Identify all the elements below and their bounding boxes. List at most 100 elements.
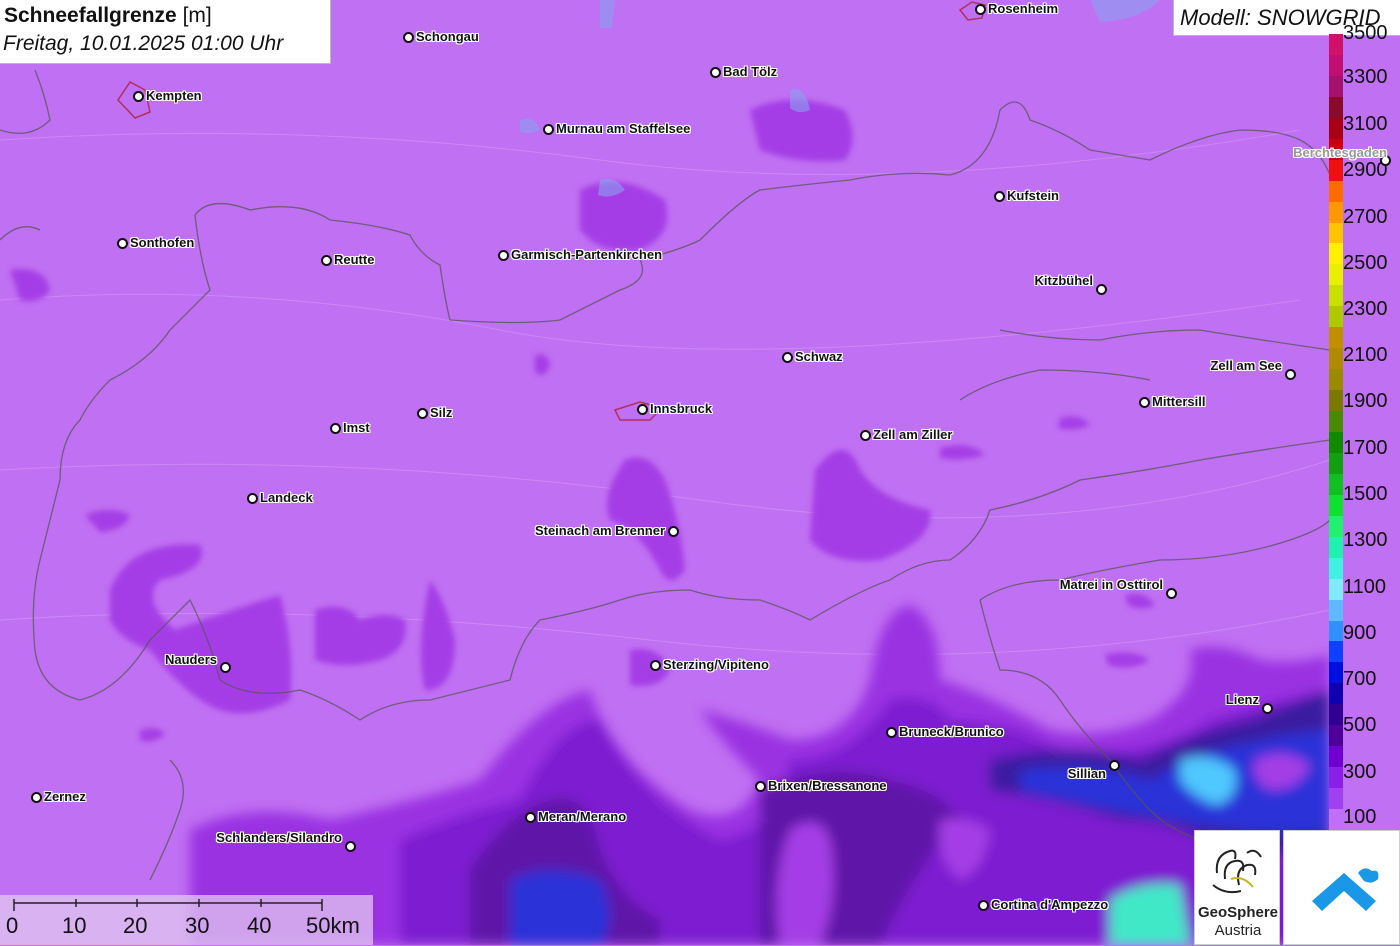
city-label[interactable]: Silz <box>430 405 452 420</box>
legend-label: 2300 <box>1343 298 1388 320</box>
city-marker[interactable] <box>1166 588 1177 599</box>
scale-label: 10 <box>62 913 87 938</box>
legend-swatch <box>1329 620 1343 643</box>
city-label[interactable]: Bad Tölz <box>723 64 777 79</box>
legend-swatch <box>1329 494 1343 517</box>
legend-swatch <box>1329 369 1343 391</box>
legend-swatch <box>1329 788 1343 810</box>
city-label[interactable]: Sillian <box>1068 766 1106 781</box>
legend-swatch <box>1329 411 1343 433</box>
city-marker[interactable] <box>782 352 793 363</box>
city-label[interactable]: Zernez <box>44 789 86 804</box>
city-label[interactable]: Brixen/Bressanone <box>768 778 887 793</box>
city-label[interactable]: Landeck <box>260 490 313 505</box>
legend-swatch <box>1329 201 1343 224</box>
forecast-datetime: Freitag, 10.01.2025 01:00 Uhr <box>3 32 284 55</box>
city-marker[interactable] <box>710 67 721 78</box>
legend-swatch <box>1329 704 1343 726</box>
city-label[interactable]: Imst <box>343 420 370 435</box>
city-label[interactable]: Schongau <box>416 29 479 44</box>
city-marker[interactable] <box>330 423 341 434</box>
legend-label: 3500 <box>1343 22 1388 44</box>
map-title-box: Schneefallgrenze [m] Freitag, 10.01.2025… <box>0 0 331 64</box>
legend-swatch <box>1329 432 1343 454</box>
city-marker[interactable] <box>1262 703 1273 714</box>
legend-swatch <box>1329 96 1343 119</box>
city-marker[interactable] <box>755 781 766 792</box>
city-marker[interactable] <box>247 493 258 504</box>
city-label[interactable]: Murnau am Staffelsee <box>556 121 690 136</box>
city-marker[interactable] <box>133 91 144 102</box>
scale-label: 40 <box>247 913 272 938</box>
legend-swatch <box>1329 599 1343 622</box>
legend-label: 700 <box>1343 668 1377 690</box>
city-label[interactable]: Meran/Merano <box>538 809 626 824</box>
city-marker[interactable] <box>1285 369 1296 380</box>
city-marker[interactable] <box>117 238 128 249</box>
city-label[interactable]: Bruneck/Brunico <box>899 724 1004 739</box>
city-label[interactable]: Steinach am Brenner <box>535 523 665 538</box>
city-marker[interactable] <box>1109 760 1120 771</box>
scale-bar: 0 10 20 30 40 50km <box>0 895 373 945</box>
legend-swatch <box>1329 809 1343 831</box>
geosphere-logo-text: GeoSphere <box>1197 904 1279 921</box>
legend-swatch <box>1329 390 1343 412</box>
city-label[interactable]: Schwaz <box>795 349 843 364</box>
city-marker[interactable] <box>417 408 428 419</box>
city-label[interactable]: Kempten <box>146 88 202 103</box>
legend-label: 1900 <box>1343 390 1388 412</box>
city-label[interactable]: Mittersill <box>1152 394 1205 409</box>
legend-swatch <box>1329 159 1343 182</box>
city-label[interactable]: Cortina d'Ampezzo <box>991 897 1108 912</box>
city-label[interactable]: Sterzing/Vipiteno <box>663 657 769 672</box>
city-marker[interactable] <box>994 191 1005 202</box>
city-marker[interactable] <box>668 526 679 537</box>
legend-swatch <box>1329 180 1343 203</box>
city-label[interactable]: Kufstein <box>1007 188 1059 203</box>
legend-swatch <box>1329 515 1343 538</box>
legend-swatch <box>1329 683 1343 705</box>
city-marker[interactable] <box>650 660 661 671</box>
legend-swatch <box>1329 578 1343 601</box>
city-marker[interactable] <box>637 404 648 415</box>
city-marker[interactable] <box>498 250 509 261</box>
city-marker[interactable] <box>543 124 554 135</box>
city-label[interactable]: Kitzbühel <box>1035 273 1094 288</box>
city-marker[interactable] <box>1139 397 1150 408</box>
city-marker[interactable] <box>978 900 989 911</box>
city-label[interactable]: Rosenheim <box>988 1 1058 16</box>
city-label[interactable]: Matrei in Osttirol <box>1060 577 1163 592</box>
city-marker[interactable] <box>525 812 536 823</box>
city-label[interactable]: Berchtesgaden <box>1293 145 1387 160</box>
city-marker[interactable] <box>345 841 356 852</box>
legend-label: 2700 <box>1343 206 1388 228</box>
city-label[interactable]: Innsbruck <box>650 401 712 416</box>
city-label[interactable]: Schlanders/Silandro <box>216 830 342 845</box>
legend-swatch <box>1329 75 1343 98</box>
city-label[interactable]: Nauders <box>165 652 217 667</box>
city-label[interactable]: Lienz <box>1226 692 1259 707</box>
snowfall-limit-map[interactable] <box>0 0 1400 945</box>
city-marker[interactable] <box>1096 284 1107 295</box>
city-label[interactable]: Zell am See <box>1210 358 1282 373</box>
city-marker[interactable] <box>220 662 231 673</box>
austria-logo-text: Austria <box>1214 922 1262 939</box>
city-label[interactable]: Sonthofen <box>130 235 194 250</box>
legend-swatch <box>1329 348 1343 370</box>
city-marker[interactable] <box>403 32 414 43</box>
city-marker[interactable] <box>975 4 986 15</box>
legend-swatch <box>1329 54 1343 77</box>
legend-label: 1100 <box>1343 576 1387 598</box>
legend-swatch <box>1329 662 1343 684</box>
city-label[interactable]: Zell am Ziller <box>873 427 952 442</box>
legend-swatch <box>1329 117 1343 140</box>
city-marker[interactable] <box>886 727 897 738</box>
legend-swatch <box>1329 243 1343 266</box>
city-label[interactable]: Garmisch-Partenkirchen <box>511 247 662 262</box>
city-label[interactable]: Reutte <box>334 252 374 267</box>
city-marker[interactable] <box>860 430 871 441</box>
legend-swatch <box>1329 536 1343 559</box>
city-marker[interactable] <box>321 255 332 266</box>
variable-unit: [m] <box>182 4 212 27</box>
city-marker[interactable] <box>31 792 42 803</box>
